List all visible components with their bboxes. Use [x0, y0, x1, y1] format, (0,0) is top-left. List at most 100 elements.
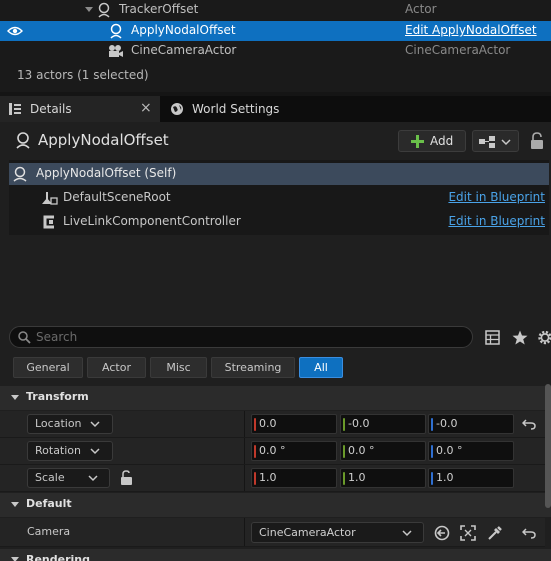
actor-icon: [16, 132, 30, 149]
location-x-field[interactable]: 0.0: [251, 414, 337, 434]
browse-icon[interactable]: [460, 525, 476, 541]
section-title: Default: [26, 497, 72, 510]
gear-icon[interactable]: [536, 329, 551, 346]
tab-details[interactable]: Details ×: [0, 96, 160, 122]
filter-general-button[interactable]: General: [13, 357, 83, 378]
column-divider: [244, 438, 245, 464]
lock-icon[interactable]: [529, 132, 545, 150]
outliner-type: Actor: [405, 2, 437, 16]
scale-y-field[interactable]: 1.0: [340, 468, 426, 488]
section-rendering[interactable]: Rendering: [0, 549, 551, 561]
blueprint-icon: [479, 136, 495, 148]
star-icon[interactable]: [512, 330, 528, 345]
camera-icon: [109, 45, 123, 57]
section-default[interactable]: Default: [0, 493, 551, 517]
field-value: 1.0: [436, 471, 454, 484]
rotation-x-field[interactable]: 0.0 °: [251, 441, 337, 461]
actor-icon: [98, 2, 110, 18]
component-label: DefaultSceneRoot: [63, 190, 171, 204]
section-title: Transform: [26, 390, 89, 403]
edit-in-blueprint-link[interactable]: Edit in Blueprint: [448, 190, 545, 204]
chevron-down-icon: [88, 475, 98, 482]
tab-label: Details: [30, 102, 72, 116]
field-value: 0.0: [259, 417, 277, 430]
add-component-button[interactable]: Add: [398, 130, 466, 152]
details-icon: [9, 103, 21, 115]
chevron-down-icon: [11, 395, 19, 400]
details-scrollbar[interactable]: [545, 384, 551, 508]
scale-z-field[interactable]: 1.0: [428, 468, 514, 488]
rotation-y-field[interactable]: 0.0 °: [340, 441, 426, 461]
outliner-row-trackeroffset[interactable]: TrackerOffset Actor: [0, 0, 551, 20]
chevron-down-icon: [90, 421, 100, 428]
location-z-field[interactable]: -0.0: [428, 414, 514, 434]
column-divider: [244, 518, 245, 546]
field-value: 0.0 °: [259, 444, 286, 457]
location-mode-dropdown[interactable]: Location: [27, 414, 113, 434]
filter-misc-button[interactable]: Misc: [150, 357, 207, 378]
outliner-row-applynodaloffset[interactable]: ApplyNodalOffset Edit ApplyNodalOffset: [0, 21, 551, 41]
eyedropper-icon[interactable]: [487, 525, 503, 541]
reset-arrow-icon[interactable]: [522, 418, 536, 430]
field-value: -0.0: [436, 417, 458, 430]
chevron-down-icon: [90, 448, 100, 455]
search-input[interactable]: [36, 329, 456, 345]
component-icon: [43, 215, 54, 229]
actor-count-status: 13 actors (1 selected): [17, 68, 149, 82]
reset-arrow-icon[interactable]: [522, 527, 536, 539]
chevron-down-icon: [402, 530, 412, 537]
filter-streaming-button[interactable]: Streaming: [211, 357, 295, 378]
property-label: Location: [35, 417, 82, 430]
property-row-rotation: Rotation 0.0 ° 0.0 ° 0.0 °: [0, 438, 545, 465]
unlock-icon[interactable]: [120, 470, 134, 486]
field-value: 0.0 °: [348, 444, 375, 457]
property-row-location: Location 0.0 -0.0 -0.0: [0, 411, 545, 438]
world-outliner: TrackerOffset Actor ApplyNodalOffset Edi…: [0, 0, 551, 92]
component-row-defaultsceneroot[interactable]: DefaultSceneRoot Edit in Blueprint: [9, 187, 549, 209]
column-divider: [244, 465, 245, 491]
outliner-label: TrackerOffset: [119, 2, 199, 16]
rotation-mode-dropdown[interactable]: Rotation: [27, 441, 113, 461]
component-row-livelinkcontroller[interactable]: LiveLinkComponentController Edit in Blue…: [9, 211, 549, 233]
camera-select-value: CineCameraActor: [259, 526, 356, 539]
scale-x-field[interactable]: 1.0: [251, 468, 337, 488]
location-y-field[interactable]: -0.0: [340, 414, 426, 434]
section-transform[interactable]: Transform: [0, 386, 551, 410]
add-button-label: Add: [430, 134, 454, 148]
property-label: Camera: [27, 525, 71, 538]
outliner-label: CineCameraActor: [131, 43, 237, 57]
actor-icon: [13, 166, 27, 182]
eye-icon[interactable]: [7, 25, 23, 37]
use-selected-icon[interactable]: [434, 525, 450, 541]
component-row-self[interactable]: ApplyNodalOffset (Self): [9, 163, 549, 185]
blueprint-options-button[interactable]: [472, 130, 519, 152]
edit-in-blueprint-link[interactable]: Edit in Blueprint: [448, 214, 545, 228]
field-value: 0.0 °: [436, 444, 463, 457]
filter-all-button[interactable]: All: [299, 357, 343, 378]
property-label: Scale: [35, 471, 65, 484]
component-tree: ApplyNodalOffset (Self) DefaultSceneRoot…: [9, 160, 549, 235]
scene-component-icon: [42, 192, 58, 205]
table-icon[interactable]: [485, 330, 500, 345]
outliner-row-cinecameraactor[interactable]: CineCameraActor CineCameraActor: [0, 41, 551, 61]
field-value: -0.0: [348, 417, 370, 430]
chevron-down-icon[interactable]: [84, 6, 94, 14]
plus-icon: [411, 135, 424, 148]
filter-actor-button[interactable]: Actor: [87, 357, 146, 378]
outliner-label: ApplyNodalOffset: [131, 23, 236, 37]
camera-select[interactable]: CineCameraActor: [251, 522, 424, 543]
globe-icon: [171, 103, 183, 115]
search-icon: [18, 331, 31, 344]
actor-icon: [110, 23, 122, 39]
component-label: ApplyNodalOffset (Self): [36, 166, 177, 180]
field-value: 1.0: [259, 471, 277, 484]
tab-world-settings[interactable]: World Settings: [162, 96, 292, 122]
component-label: LiveLinkComponentController: [63, 214, 241, 228]
section-title: Rendering: [26, 553, 90, 561]
outliner-type: CineCameraActor: [405, 43, 511, 57]
scale-mode-dropdown[interactable]: Scale: [27, 468, 110, 488]
property-row-camera: Camera CineCameraActor: [0, 518, 545, 547]
rotation-z-field[interactable]: 0.0 °: [428, 441, 514, 461]
edit-actor-link[interactable]: Edit ApplyNodalOffset: [405, 23, 537, 37]
close-icon[interactable]: ×: [140, 100, 152, 116]
